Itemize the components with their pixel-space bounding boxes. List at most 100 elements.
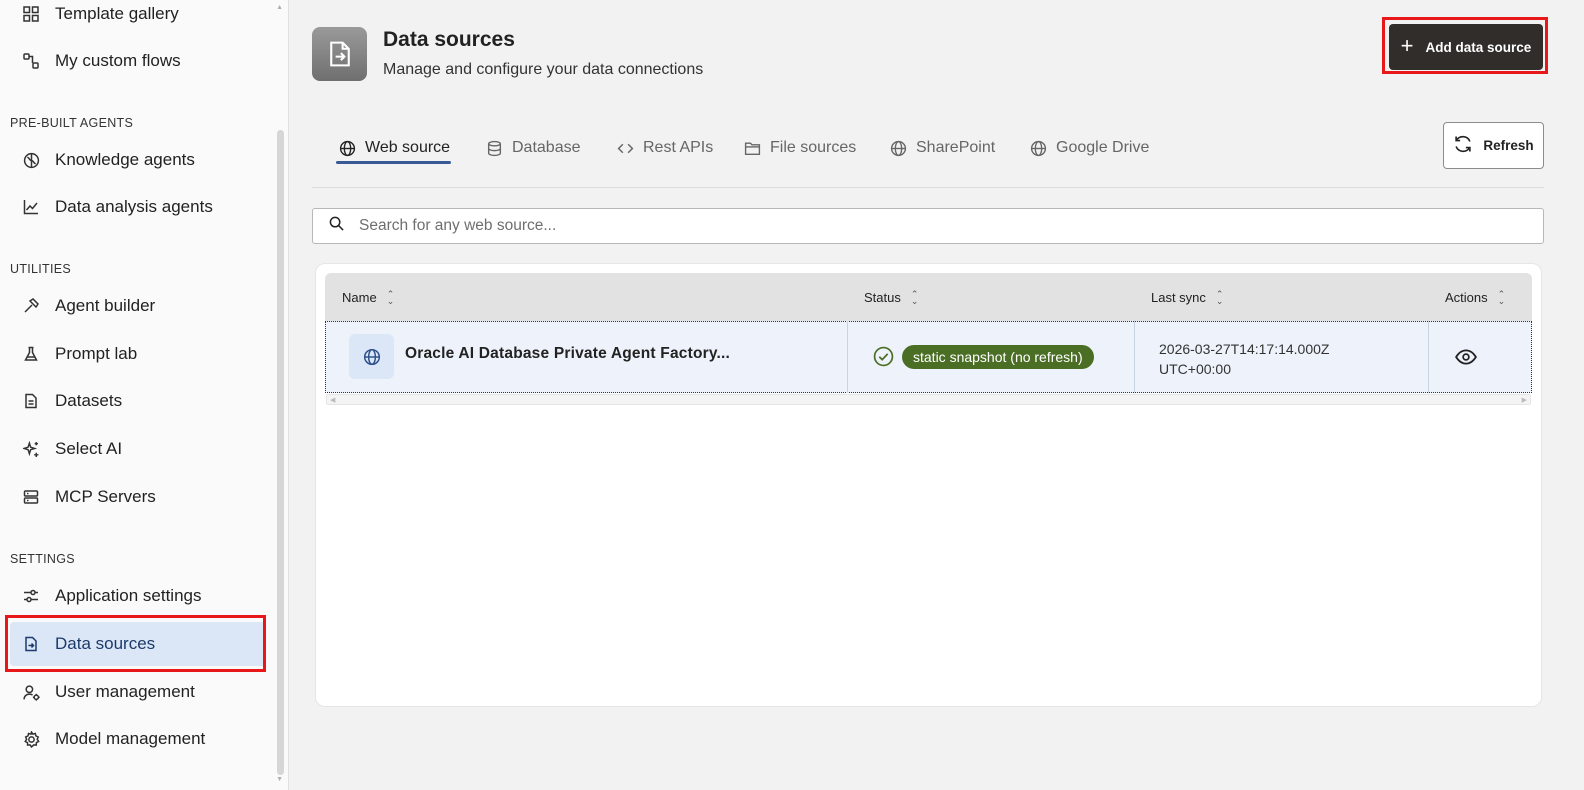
sidebar-item-my-custom-flows[interactable]: My custom flows — [10, 39, 266, 83]
sidebar-item-label: User management — [55, 682, 195, 701]
sidebar-item-label: Prompt lab — [55, 344, 138, 363]
check-circle-icon — [873, 346, 894, 372]
sidebar-item-mcp-servers[interactable]: MCP Servers — [10, 475, 266, 519]
sidebar-item-prompt-lab[interactable]: Prompt lab — [10, 332, 266, 376]
page-scrollbar-track[interactable] — [1566, 0, 1584, 790]
sidebar-item-label: Knowledge agents — [55, 150, 195, 169]
chart-line-icon — [22, 198, 40, 216]
column-header-label: Actions — [1445, 290, 1488, 305]
tab-label: Database — [512, 139, 581, 156]
refresh-button[interactable]: Refresh — [1443, 122, 1544, 169]
globe-icon — [890, 140, 907, 157]
sidebar-item-label: MCP Servers — [55, 487, 156, 506]
page-subtitle: Manage and configure your data connectio… — [383, 61, 704, 78]
sliders-icon — [22, 587, 40, 605]
cog-icon — [22, 730, 40, 748]
tab-google-drive[interactable]: Google Drive — [1030, 131, 1149, 165]
database-icon — [486, 140, 503, 157]
column-divider — [1428, 321, 1429, 393]
sort-icon: ⌃ ⌄ — [1215, 288, 1224, 306]
sidebar-scrollbar[interactable] — [277, 130, 284, 775]
sidebar-item-template-gallery[interactable]: Template gallery — [10, 0, 266, 36]
sidebar-item-model-management[interactable]: Model management — [10, 717, 266, 761]
sidebar-item-user-management[interactable]: User management — [10, 670, 266, 714]
source-type-tabs: Web source Database Rest APIs File sourc… — [312, 123, 1544, 188]
sidebar-item-application-settings[interactable]: Application settings — [10, 574, 266, 618]
sidebar-item-label: Model management — [55, 729, 206, 748]
flow-icon — [22, 52, 40, 70]
column-header-label: Status — [864, 290, 901, 305]
search-input[interactable] — [359, 217, 1459, 235]
scroll-left-arrow-icon[interactable]: ◀ — [330, 396, 335, 404]
sidebar-item-label: My custom flows — [55, 51, 181, 70]
plus-icon: + — [1400, 33, 1414, 58]
sidebar-item-label: Select AI — [55, 439, 123, 458]
globe-icon — [339, 140, 356, 157]
section-title-utilities: UTILITIES — [10, 262, 72, 276]
add-data-source-label: Add data source — [1425, 39, 1532, 55]
sidebar-item-label: Agent builder — [55, 296, 156, 315]
search-icon — [329, 216, 344, 236]
document-icon — [22, 392, 40, 410]
scroll-right-arrow-icon[interactable]: ▶ — [1522, 396, 1527, 404]
page-title: Data sources — [383, 28, 515, 51]
tab-label: Google Drive — [1056, 139, 1150, 156]
user-gear-icon — [22, 683, 40, 701]
tab-database[interactable]: Database — [486, 131, 581, 165]
row-source-name[interactable]: Oracle AI Database Private Agent Factory… — [405, 345, 730, 363]
column-header-actions[interactable]: Actions ⌃ ⌄ — [1445, 288, 1506, 306]
sidebar-item-data-sources[interactable]: Data sources — [10, 622, 266, 666]
refresh-icon — [1453, 134, 1473, 157]
sort-icon: ⌃ ⌄ — [910, 288, 919, 306]
tab-label: Rest APIs — [643, 139, 714, 156]
sidebar-item-label: Application settings — [55, 586, 202, 605]
sort-icon: ⌃ ⌄ — [1497, 288, 1506, 306]
sidebar-item-data-analysis-agents[interactable]: Data analysis agents — [10, 185, 266, 229]
tab-label: File sources — [770, 139, 857, 156]
last-sync-timestamp: 2026-03-27T14:17:14.000Z — [1159, 341, 1330, 357]
file-import-icon — [22, 635, 40, 653]
scroll-down-arrow-icon[interactable]: ▼ — [276, 776, 283, 783]
web-source-globe-icon — [349, 334, 394, 379]
active-tab-indicator — [336, 161, 451, 164]
tab-sharepoint[interactable]: SharePoint — [890, 131, 995, 165]
tab-label: SharePoint — [916, 139, 996, 156]
column-divider — [1134, 321, 1135, 393]
column-header-status[interactable]: Status ⌃ ⌄ — [864, 288, 919, 306]
tab-web-source[interactable]: Web source — [339, 131, 450, 165]
table-header: Name ⌃ ⌄ Status ⌃ ⌄ Last sync ⌃ ⌄ Actions ⌃… — [325, 273, 1532, 321]
column-divider — [847, 321, 848, 393]
sparkle-icon — [22, 440, 40, 458]
section-title-pre-built-agents: PRE-BUILT AGENTS — [10, 116, 134, 130]
folder-icon — [744, 140, 761, 157]
data-sources-header-icon — [312, 27, 367, 81]
sidebar: Template gallery My custom flows PRE-BUI… — [0, 0, 289, 790]
sidebar-item-label: Template gallery — [55, 4, 179, 23]
last-sync-value: 2026-03-27T14:17:14.000Z UTC+00:00 — [1159, 339, 1329, 379]
view-eye-icon[interactable] — [1455, 348, 1477, 371]
scroll-up-arrow-icon[interactable]: ▲ — [276, 4, 283, 11]
sidebar-item-select-ai[interactable]: Select AI — [10, 427, 266, 471]
refresh-label: Refresh — [1483, 138, 1534, 153]
sidebar-item-datasets[interactable]: Datasets — [10, 379, 266, 423]
sort-icon: ⌃ ⌄ — [386, 288, 395, 306]
tab-label: Web source — [365, 139, 451, 156]
column-header-last-sync[interactable]: Last sync ⌃ ⌄ — [1151, 288, 1224, 306]
column-header-label: Name — [342, 290, 377, 305]
tab-rest-apis[interactable]: Rest APIs — [617, 131, 713, 165]
column-header-label: Last sync — [1151, 290, 1206, 305]
sidebar-item-agent-builder[interactable]: Agent builder — [10, 284, 266, 328]
sidebar-item-knowledge-agents[interactable]: Knowledge agents — [10, 138, 266, 182]
section-title-settings: SETTINGS — [10, 552, 75, 566]
tab-file-sources[interactable]: File sources — [744, 131, 856, 165]
globe-icon — [1030, 140, 1047, 157]
search-bar — [312, 208, 1544, 244]
flask-icon — [22, 345, 40, 363]
table-horizontal-scrollbar[interactable]: ◀ ▶ — [326, 394, 1531, 405]
grid-icon — [22, 5, 40, 23]
status-badge: static snapshot (no refresh) — [902, 345, 1094, 369]
add-data-source-button[interactable]: + Add data source — [1389, 24, 1543, 70]
server-icon — [22, 488, 40, 506]
column-header-name[interactable]: Name ⌃ ⌄ — [342, 288, 395, 306]
sidebar-item-label: Data sources — [55, 634, 156, 653]
